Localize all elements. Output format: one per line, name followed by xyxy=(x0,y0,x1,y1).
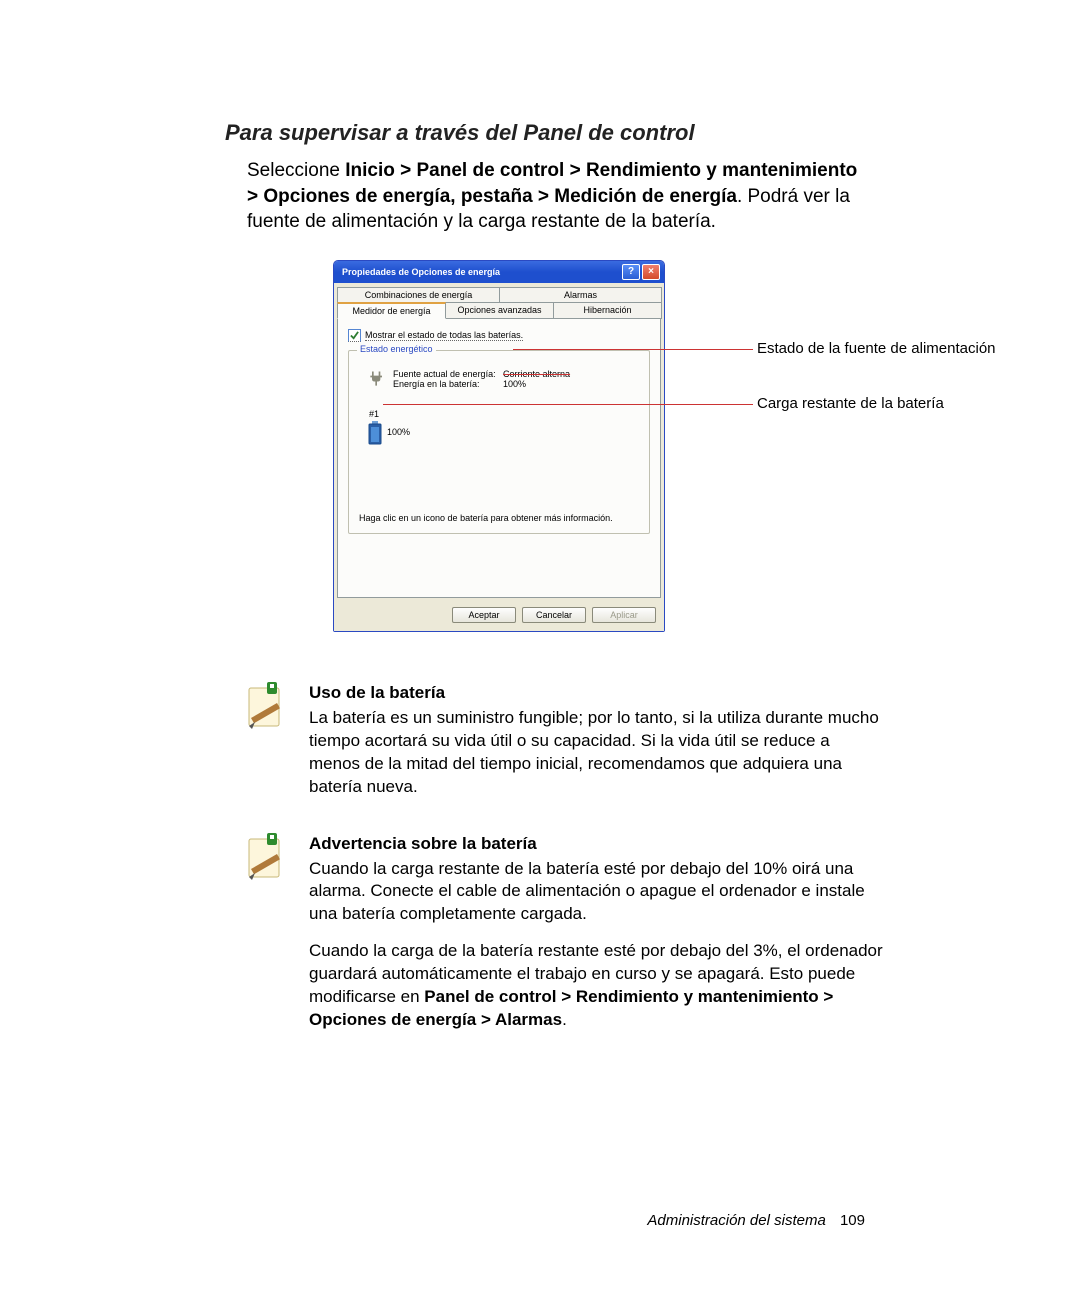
apply-button[interactable]: Aplicar xyxy=(592,607,656,623)
value-battery-energy: 100% xyxy=(503,379,526,389)
callout-line-1 xyxy=(513,349,753,350)
callout-line-2 xyxy=(383,404,753,405)
battery-percentage: 100% xyxy=(387,427,410,437)
callout-power-source: Estado de la fuente de alimentación xyxy=(757,340,996,357)
show-all-batteries-checkbox[interactable]: Mostrar el estado de todas las baterías. xyxy=(348,329,650,342)
page-footer: Administración del sistema 109 xyxy=(647,1212,865,1229)
energy-status-group: Estado energético Fuente actual de energ… xyxy=(348,350,650,534)
footer-page-number: 109 xyxy=(840,1212,865,1229)
note1-text: La batería es un suministro fungible; po… xyxy=(309,707,885,799)
value-power-source: Corriente alterna xyxy=(503,369,570,379)
callout-remaining: Carga restante de la batería xyxy=(757,395,944,412)
battery-hint: Haga clic en un icono de batería para ob… xyxy=(359,513,639,523)
intro-prefix: Seleccione xyxy=(247,160,345,181)
tab-panel: Mostrar el estado de todas las baterías.… xyxy=(337,318,661,598)
dialog-screenshot-wrap: Propiedades de Opciones de energía ? × C… xyxy=(333,260,973,632)
intro-paragraph: Seleccione Inicio > Panel de control > R… xyxy=(247,158,865,235)
battery-icon[interactable] xyxy=(367,421,383,443)
dialog-title: Propiedades de Opciones de energía xyxy=(342,267,500,277)
dialog-tabs: Combinaciones de energía Alarmas Medidor… xyxy=(334,283,664,319)
note2-p2-suffix: . xyxy=(562,1010,567,1029)
dialog-titlebar: Propiedades de Opciones de energía ? × xyxy=(334,261,664,283)
tab-combinations[interactable]: Combinaciones de energía xyxy=(337,287,500,302)
note1-title: Uso de la batería xyxy=(309,682,885,705)
battery-number: #1 xyxy=(369,409,639,419)
accept-button[interactable]: Aceptar xyxy=(452,607,516,623)
note-battery-warning: Advertencia sobre la batería Cuando la c… xyxy=(245,833,885,1047)
tab-hibernate[interactable]: Hibernación xyxy=(553,302,662,319)
section-title: Para supervisar a través del Panel de co… xyxy=(225,120,865,146)
battery-block: #1 100% xyxy=(367,409,639,443)
note2-p2: Cuando la carga de la batería restante e… xyxy=(309,940,885,1032)
note2-p1: Cuando la carga restante de la batería e… xyxy=(309,858,885,927)
label-battery-energy: Energía en la batería: xyxy=(393,379,503,389)
power-options-dialog: Propiedades de Opciones de energía ? × C… xyxy=(333,260,665,632)
help-button[interactable]: ? xyxy=(622,264,640,280)
power-plug-icon xyxy=(367,369,387,389)
label-power-source: Fuente actual de energía: xyxy=(393,369,503,379)
note-icon xyxy=(245,682,287,813)
checkbox-icon xyxy=(348,329,361,342)
tab-advanced[interactable]: Opciones avanzadas xyxy=(445,302,554,319)
note-battery-usage: Uso de la batería La batería es un sumin… xyxy=(245,682,885,813)
group-legend: Estado energético xyxy=(357,344,436,354)
note2-title: Advertencia sobre la batería xyxy=(309,833,885,856)
note-icon xyxy=(245,833,287,1047)
tab-power-meter[interactable]: Medidor de energía xyxy=(337,302,446,319)
energy-kv: Fuente actual de energía: Corriente alte… xyxy=(393,369,570,389)
dialog-button-row: Aceptar Cancelar Aplicar xyxy=(334,601,664,631)
tab-alarms[interactable]: Alarmas xyxy=(499,287,662,302)
footer-section: Administración del sistema xyxy=(647,1212,825,1229)
close-button[interactable]: × xyxy=(642,264,660,280)
cancel-button[interactable]: Cancelar xyxy=(522,607,586,623)
checkbox-label: Mostrar el estado de todas las baterías. xyxy=(365,330,523,341)
